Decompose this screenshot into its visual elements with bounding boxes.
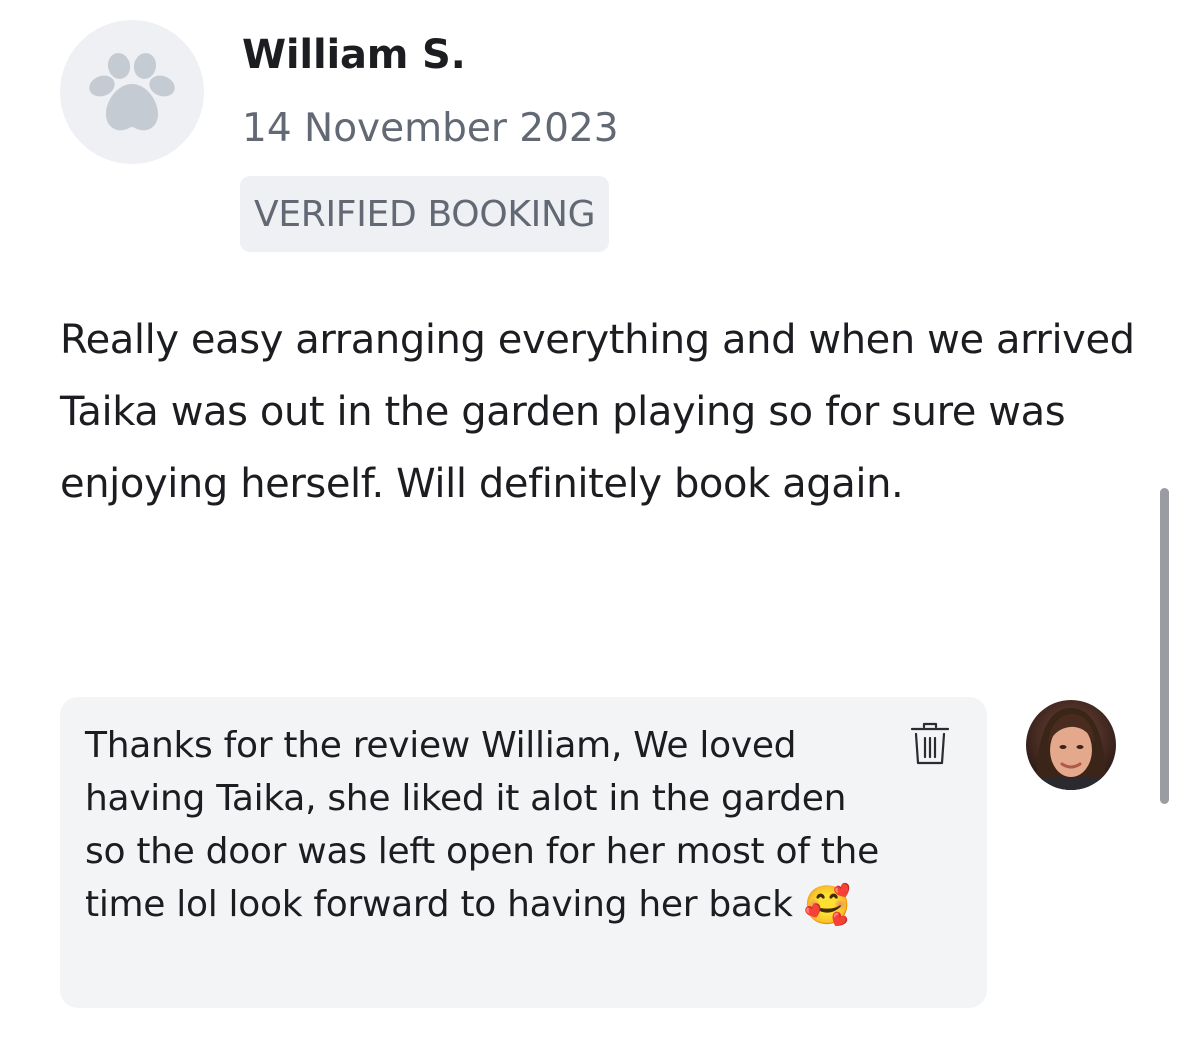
reviewer-avatar	[60, 20, 204, 164]
review-date: 14 November 2023	[242, 106, 619, 151]
owner-reply-card: Thanks for the review William, We loved …	[60, 697, 987, 1008]
smiling-face-with-hearts-emoji: 🥰	[803, 883, 851, 927]
reply-text: Thanks for the review William, We loved …	[85, 725, 879, 925]
badge-label: VERIFIED BOOKING	[254, 193, 596, 235]
owner-photo	[1026, 700, 1116, 790]
reviewer-name: William S.	[242, 32, 466, 78]
paw-icon	[89, 53, 175, 131]
scrollbar[interactable]	[1160, 488, 1169, 804]
delete-reply-button[interactable]	[906, 717, 954, 771]
review-text: Really easy arranging everything and whe…	[60, 317, 1135, 507]
verified-booking-badge: VERIFIED BOOKING	[240, 176, 610, 252]
trash-icon	[910, 722, 950, 765]
reply-text-block: Thanks for the review William, We loved …	[85, 719, 895, 932]
owner-avatar[interactable]	[1026, 700, 1116, 790]
